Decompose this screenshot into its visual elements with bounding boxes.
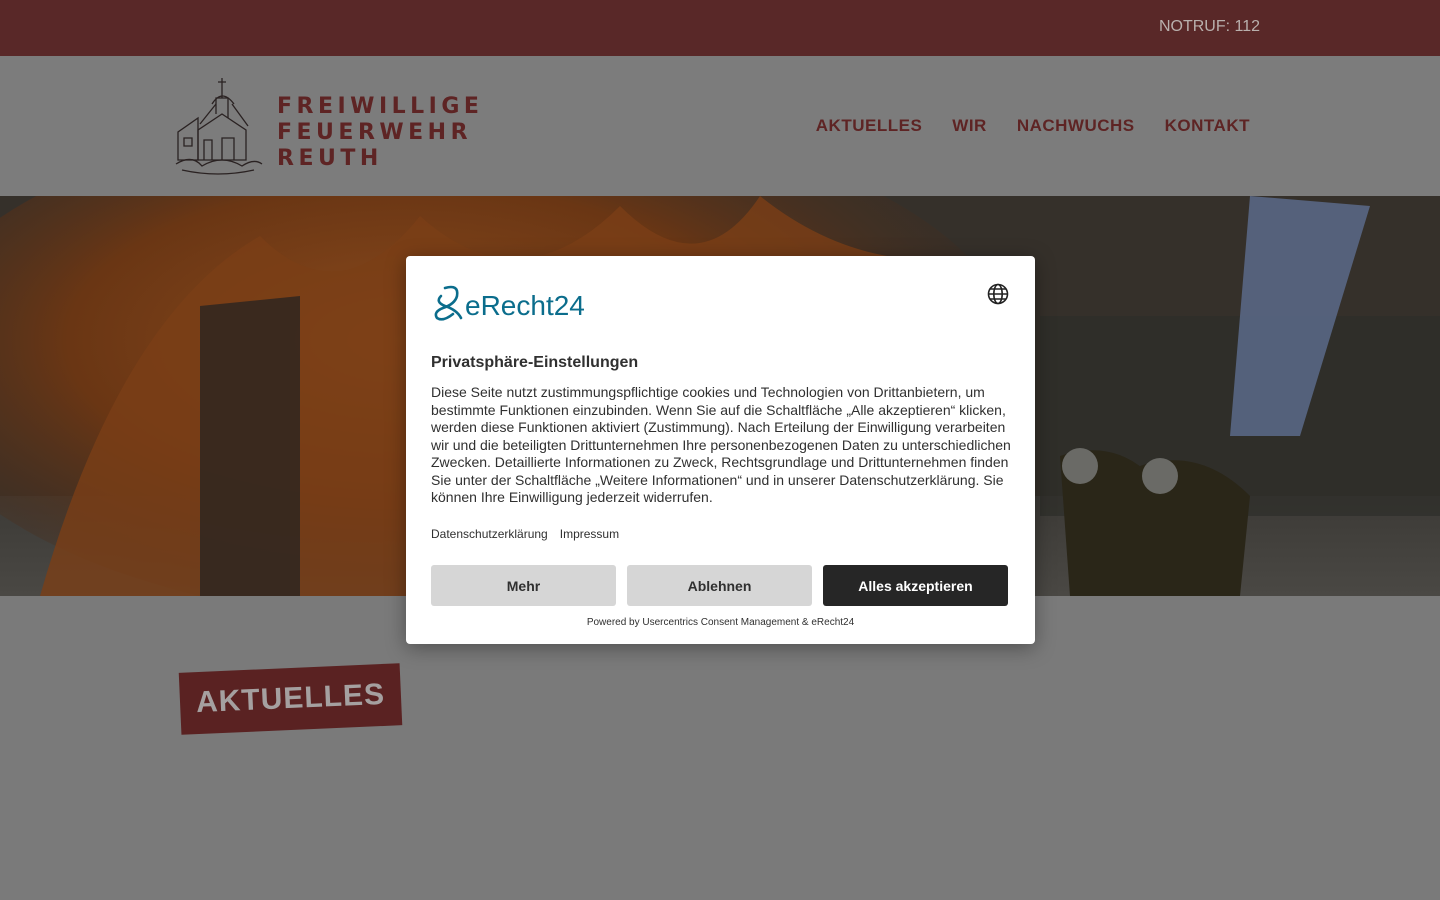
nav-item-aktuelles[interactable]: AKTUELLES [816, 116, 923, 136]
language-globe-icon[interactable] [987, 283, 1009, 305]
consent-links: Datenschutzerklärung Impressum [431, 527, 619, 541]
logo-line-3: REUTH [277, 146, 383, 171]
powered-by-text: Powered by Usercentrics Consent Manageme… [586, 617, 855, 628]
consent-description: Diese Seite nutzt zustimmungspflichtige … [431, 384, 1011, 505]
accept-all-button[interactable]: Alles akzeptieren [823, 565, 1008, 606]
cookie-consent-dialog: eRecht24 Privatsphäre-Einstellungen Dies… [406, 256, 1035, 644]
nav-item-nachwuchs[interactable]: NACHWUCHS [1017, 116, 1135, 136]
section-title: AKTUELLES [195, 677, 386, 720]
consent-title: Privatsphäre-Einstellungen [431, 354, 639, 371]
logo-line-1: FREIWILLIGE [277, 94, 484, 119]
fire-brigade-emblem-logo[interactable] [172, 74, 264, 178]
nav-item-kontakt[interactable]: KONTAKT [1165, 116, 1250, 136]
deny-button[interactable]: Ablehnen [627, 565, 812, 606]
privacy-policy-link[interactable]: Datenschutzerklärung [431, 527, 548, 541]
logo-line-2: FEUERWEHR [277, 120, 473, 145]
site-header: FREIWILLIGE FEUERWEHR REUTH AKTUELLES WI… [0, 56, 1440, 196]
brand-wordmark: eRecht24 [465, 290, 585, 321]
erecht24-logo: eRecht24 [434, 285, 585, 321]
main-nav: AKTUELLES WIR NACHWUCHS KONTAKT [816, 116, 1250, 136]
top-bar: NOTRUF: 112 [0, 0, 1440, 56]
more-button[interactable]: Mehr [431, 565, 616, 606]
section-heading-badge: AKTUELLES [178, 663, 403, 735]
emergency-number: NOTRUF: 112 [1158, 18, 1260, 35]
site-title[interactable]: FREIWILLIGE FEUERWEHR REUTH [277, 94, 483, 172]
nav-item-wir[interactable]: WIR [952, 116, 987, 136]
imprint-link[interactable]: Impressum [560, 527, 619, 541]
